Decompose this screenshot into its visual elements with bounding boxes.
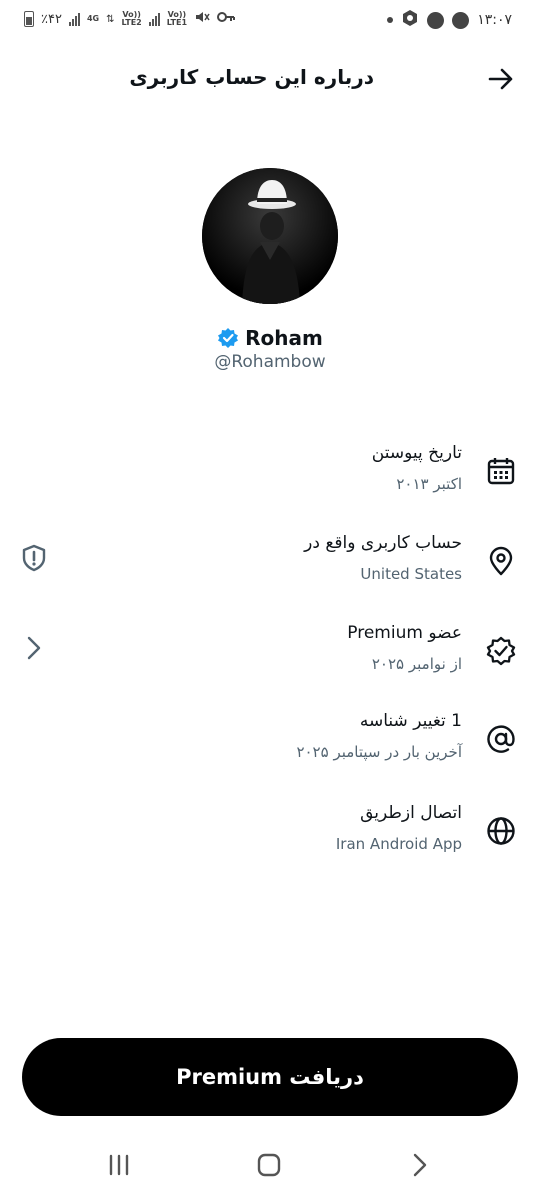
key-icon (217, 11, 236, 27)
info-row-title: اتصال ازطریق (360, 803, 462, 823)
info-row-subtitle: Iran Android App (335, 835, 462, 853)
volte-lte2: Vo)) LTE2 (121, 10, 142, 27)
verified-badge-outline-icon (486, 636, 516, 666)
volte-lte1: Vo)) LTE1 (166, 10, 188, 27)
display-name: Roham (245, 326, 323, 350)
info-row-join-date: تاریخ پیوستن اکتبر ۲۰۱۳ (0, 440, 540, 510)
info-row-subtitle: از نوامبر ۲۰۲۵ (371, 655, 462, 673)
chevron-right-icon[interactable] (20, 634, 48, 662)
info-row-title: حساب کاربری واقع در (304, 533, 462, 553)
system-nav-bar (0, 1140, 540, 1190)
vpn-lock-icon (427, 11, 445, 29)
get-premium-button[interactable]: دریافت Premium (22, 1038, 518, 1116)
info-row-username-changes: 1 تغییر شناسه آخرین بار در سپتامبر ۲۰۲۵ (0, 708, 540, 778)
arrow-right-icon (488, 68, 513, 90)
messenger-icon (452, 11, 470, 29)
page-title: درباره این حساب کاربری (129, 65, 374, 89)
shield-alert-icon[interactable] (20, 544, 48, 572)
info-row-text: اتصال ازطریق Iran Android App (336, 800, 462, 856)
avatar[interactable] (202, 168, 338, 304)
battery-level: ٪۴۲ (41, 11, 62, 27)
info-row-subtitle: United States (360, 565, 462, 583)
recent-apps-icon (109, 1154, 129, 1176)
info-row-text: حساب کاربری واقع در United States (304, 530, 462, 586)
info-row-text: تاریخ پیوستن اکتبر ۲۰۱۳ (372, 440, 462, 496)
info-row-subtitle: آخرین بار در سپتامبر ۲۰۲۵ (296, 743, 462, 761)
status-left: ٪۴۲ 4G ⇅ Vo)) LTE2 Vo)) LTE1 (24, 9, 236, 29)
header: درباره این حساب کاربری (0, 56, 540, 102)
signal-icon (68, 12, 80, 26)
data-arrows-icon: ⇅ (106, 13, 115, 25)
info-row-title: عضو Premium (347, 623, 462, 643)
status-right: ۱۳:۰۷ (387, 9, 512, 31)
mute-icon (194, 9, 210, 29)
network-4g-label: 4G (86, 14, 100, 23)
app-hex-icon (401, 9, 419, 31)
notification-dot-icon (387, 17, 394, 23)
back-button[interactable] (486, 64, 516, 94)
clock-time: ۱۳:۰۷ (477, 12, 512, 28)
info-row-text: 1 تغییر شناسه آخرین بار در سپتامبر ۲۰۲۵ (296, 708, 462, 764)
info-row-location: حساب کاربری واقع در United States (0, 530, 540, 600)
home-icon (257, 1153, 281, 1177)
verified-badge-icon (218, 328, 239, 348)
nav-back-button[interactable] (405, 1152, 435, 1178)
info-row-premium[interactable]: عضو Premium از نوامبر ۲۰۲۵ (0, 620, 540, 690)
signal-icon-2 (148, 12, 160, 26)
at-sign-icon (486, 724, 516, 754)
info-row-connected-via: اتصال ازطریق Iran Android App (0, 800, 540, 870)
avatar-image (202, 168, 338, 304)
name-row: Roham (0, 326, 540, 350)
home-button[interactable] (254, 1152, 284, 1178)
recent-apps-button[interactable] (105, 1152, 135, 1178)
info-row-text: عضو Premium از نوامبر ۲۰۲۵ (347, 620, 462, 676)
calendar-icon (486, 456, 516, 486)
chevron-right-nav-icon (413, 1153, 427, 1177)
info-row-subtitle: اکتبر ۲۰۱۳ (396, 475, 462, 493)
location-pin-icon (486, 546, 516, 576)
globe-icon (486, 816, 516, 846)
status-bar: ٪۴۲ 4G ⇅ Vo)) LTE2 Vo)) LTE1 ۱۳:۰۷ (0, 0, 540, 40)
info-row-title: 1 تغییر شناسه (359, 711, 462, 731)
battery-icon (24, 11, 34, 27)
user-handle: @Rohambow (214, 352, 326, 372)
info-row-title: تاریخ پیوستن (371, 443, 462, 463)
